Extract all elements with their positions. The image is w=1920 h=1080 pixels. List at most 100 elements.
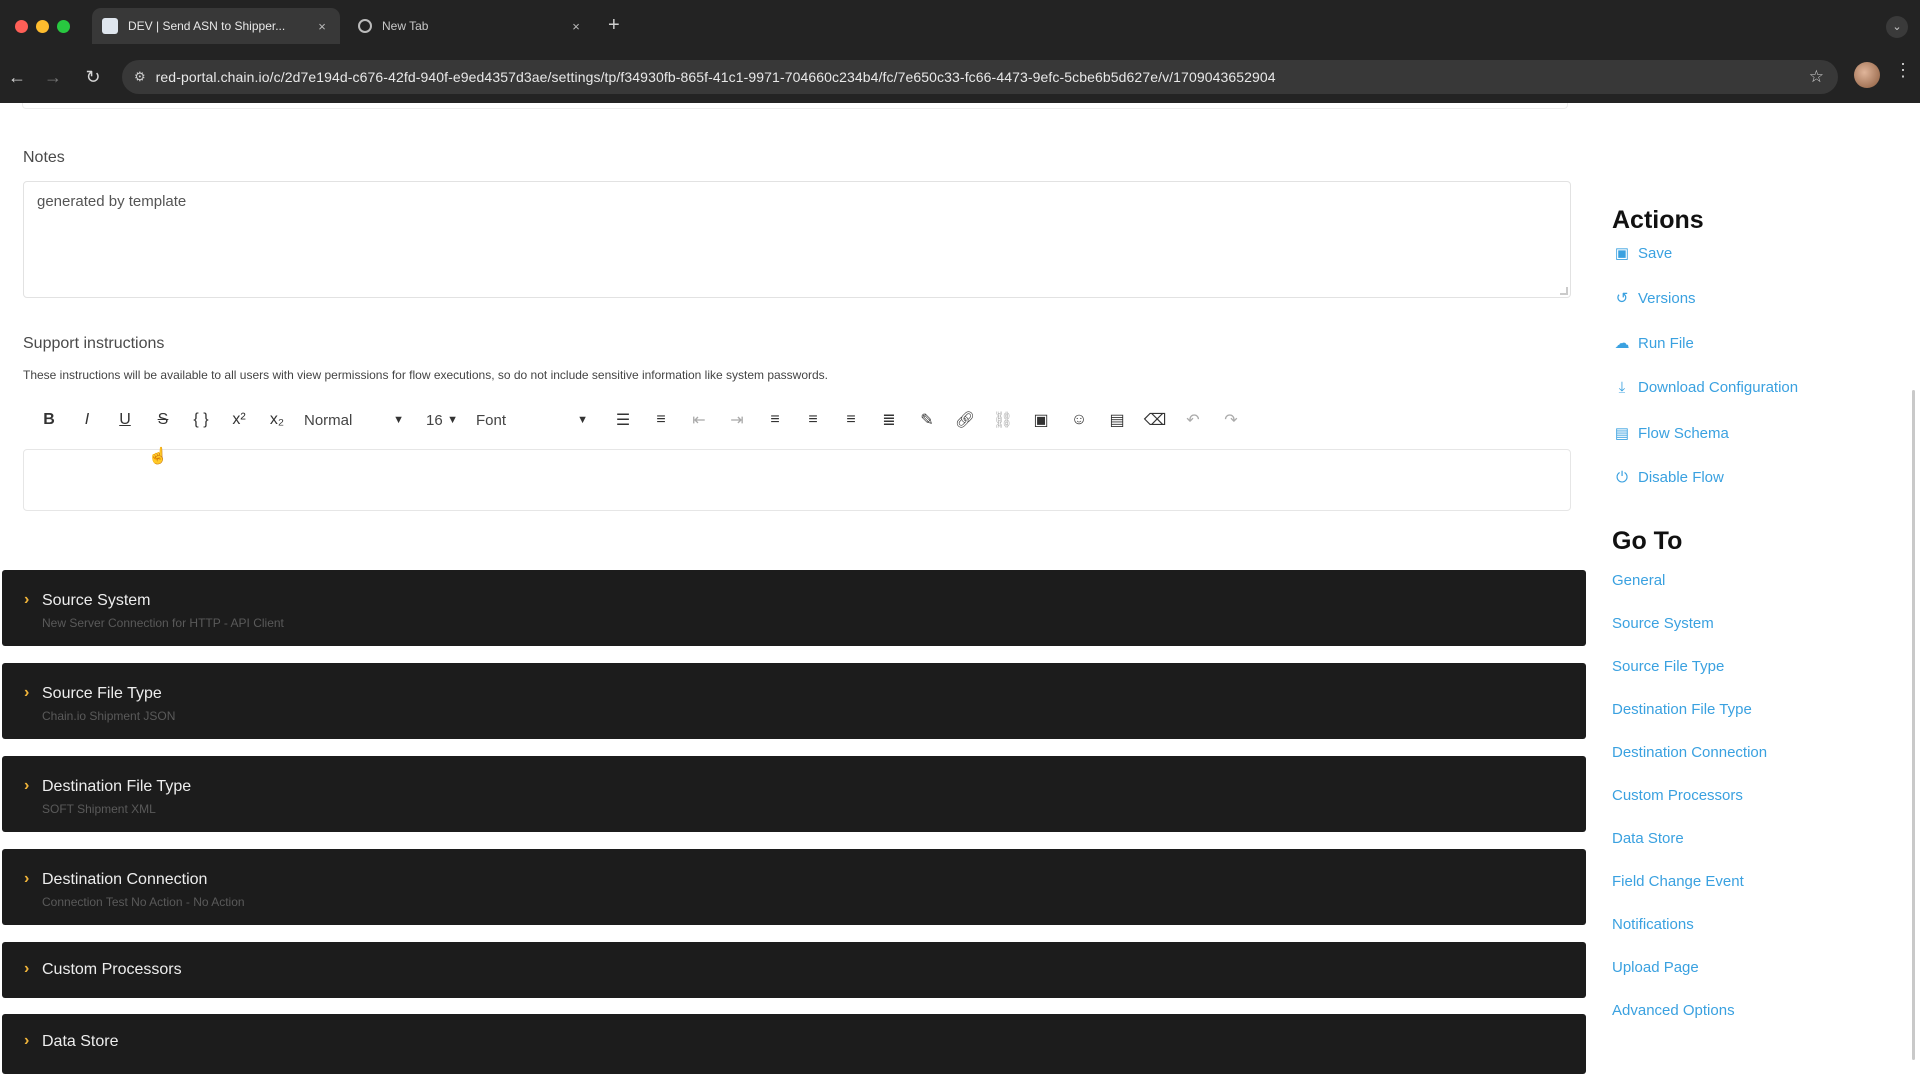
code-button[interactable]: { } <box>182 405 220 435</box>
disable-flow-button[interactable]: ⏻ Disable Flow <box>1612 469 1724 486</box>
chevron-right-icon: › <box>24 591 30 608</box>
bold-button[interactable]: B <box>30 405 68 435</box>
goto-link-upload-page[interactable]: Upload Page <box>1612 959 1699 976</box>
download-configuration-button[interactable]: ⤓ Download Configuration <box>1612 379 1798 396</box>
font-family-select[interactable]: Font ▼ <box>472 405 592 435</box>
section-title: Source File Type <box>42 685 162 702</box>
align-justify-icon[interactable]: ≣ <box>870 405 908 435</box>
cloud-upload-icon: ☁ <box>1614 335 1630 352</box>
superscript-button[interactable]: x² <box>220 405 258 435</box>
paragraph-style-select[interactable]: Normal ▼ <box>300 405 408 435</box>
goto-link-advanced-options[interactable]: Advanced Options <box>1612 1002 1735 1019</box>
goto-link-source-file-type[interactable]: Source File Type <box>1612 658 1724 675</box>
action-label: Run File <box>1638 334 1694 352</box>
tab-strip: DEV | Send ASN to Shipper... × New Tab ×… <box>0 0 1920 52</box>
tab-search-icon[interactable]: ⌄ <box>1886 16 1908 38</box>
italic-button[interactable]: I <box>68 405 106 435</box>
tab-title: New Tab <box>382 19 429 33</box>
notes-value[interactable]: generated by template <box>37 193 186 210</box>
browser-tab-active[interactable]: DEV | Send ASN to Shipper... × <box>92 8 340 44</box>
tab-close-icon[interactable]: × <box>566 19 586 34</box>
maximize-window-button[interactable] <box>57 20 70 33</box>
align-right-icon[interactable]: ≡ <box>832 405 870 435</box>
reload-icon[interactable]: ↻ <box>80 64 106 90</box>
browser-tab-new[interactable]: New Tab × <box>348 8 594 44</box>
section-destination-file-type[interactable]: › Destination File Type SOFT Shipment XM… <box>2 756 1586 832</box>
main-form: Notes generated by template Support inst… <box>0 103 1594 1080</box>
font-size-select[interactable]: 16 ▼ <box>422 405 462 435</box>
chevron-right-icon: › <box>24 1032 30 1049</box>
notes-textarea[interactable]: generated by template <box>23 181 1571 298</box>
image-icon[interactable]: ▤ <box>1098 405 1136 435</box>
section-title: Custom Processors <box>42 961 182 978</box>
section-custom-processors[interactable]: › Custom Processors <box>2 942 1586 998</box>
emoji-icon[interactable]: ☺ <box>1060 405 1098 435</box>
address-bar[interactable]: ⚙ red-portal.chain.io/c/2d7e194d-c676-42… <box>122 60 1838 94</box>
profile-avatar[interactable] <box>1854 62 1880 88</box>
unordered-list-icon[interactable]: ☰ <box>604 405 642 435</box>
text-color-icon[interactable]: ✎ <box>908 405 946 435</box>
undo-icon[interactable]: ↶ <box>1174 405 1212 435</box>
previous-field-edge <box>22 103 1568 109</box>
section-destination-connection[interactable]: › Destination Connection Connection Test… <box>2 849 1586 925</box>
versions-button[interactable]: ↺ Versions <box>1612 289 1696 308</box>
goto-link-field-change-event[interactable]: Field Change Event <box>1612 873 1744 890</box>
unlink-icon[interactable]: ⛓︎ <box>984 405 1022 435</box>
goto-link-notifications[interactable]: Notifications <box>1612 916 1694 933</box>
support-instructions-editor[interactable] <box>23 449 1571 511</box>
goto-link-custom-processors[interactable]: Custom Processors <box>1612 787 1743 804</box>
close-window-button[interactable] <box>15 20 28 33</box>
align-left-icon[interactable]: ≡ <box>756 405 794 435</box>
ordered-list-icon[interactable]: ≡ <box>642 405 680 435</box>
subscript-button[interactable]: x₂ <box>258 405 296 435</box>
resize-handle-icon[interactable] <box>1560 287 1568 295</box>
underline-button[interactable]: U <box>106 405 144 435</box>
eraser-icon[interactable]: ⌫ <box>1136 405 1174 435</box>
tab-close-icon[interactable]: × <box>312 19 332 34</box>
link-icon[interactable]: 🔗︎ <box>946 405 984 435</box>
run-file-button[interactable]: ☁ Run File <box>1612 334 1694 353</box>
outdent-icon[interactable]: ⇤ <box>680 405 718 435</box>
minimize-window-button[interactable] <box>36 20 49 33</box>
browser-chrome: DEV | Send ASN to Shipper... × New Tab ×… <box>0 0 1920 103</box>
goto-link-destination-file-type[interactable]: Destination File Type <box>1612 701 1752 718</box>
section-subtitle: Connection Test No Action - No Action <box>42 895 245 909</box>
align-center-icon[interactable]: ≡ <box>794 405 832 435</box>
site-favicon-icon <box>102 18 118 34</box>
bookmark-star-icon[interactable]: ☆ <box>1809 67 1824 87</box>
download-icon: ⤓ <box>1618 379 1626 396</box>
goto-link-data-store[interactable]: Data Store <box>1612 830 1684 847</box>
chevron-right-icon: › <box>24 684 30 701</box>
embed-icon[interactable]: ▣ <box>1022 405 1060 435</box>
site-settings-icon[interactable]: ⚙ <box>134 69 146 85</box>
caret-down-icon: ▼ <box>447 414 458 426</box>
goto-link-source-system[interactable]: Source System <box>1612 615 1714 632</box>
page-content: Notes generated by template Support inst… <box>0 103 1920 1080</box>
history-icon: ↺ <box>1615 290 1629 307</box>
page-scrollbar[interactable] <box>1912 390 1915 1060</box>
chevron-right-icon: › <box>24 960 30 977</box>
section-source-system[interactable]: › Source System New Server Connection fo… <box>2 570 1586 646</box>
url-text[interactable]: red-portal.chain.io/c/2d7e194d-c676-42fd… <box>156 69 1809 85</box>
goto-link-general[interactable]: General <box>1612 572 1665 589</box>
action-label: Disable Flow <box>1638 469 1724 486</box>
section-source-file-type[interactable]: › Source File Type Chain.io Shipment JSO… <box>2 663 1586 739</box>
file-icon: ▤ <box>1614 425 1630 442</box>
flow-schema-button[interactable]: ▤ Flow Schema <box>1612 424 1729 443</box>
section-data-store[interactable]: › Data Store <box>2 1014 1586 1074</box>
indent-icon[interactable]: ⇥ <box>718 405 756 435</box>
browser-menu-icon[interactable]: ⋮ <box>1894 60 1912 81</box>
goto-link-destination-connection[interactable]: Destination Connection <box>1612 744 1767 761</box>
save-button[interactable]: ▣ Save <box>1612 244 1673 263</box>
action-label: Versions <box>1638 289 1696 307</box>
action-label: Flow Schema <box>1638 424 1729 442</box>
action-label: Save <box>1638 244 1673 262</box>
caret-down-icon: ▼ <box>393 414 404 426</box>
new-tab-button[interactable]: + <box>608 14 620 37</box>
strikethrough-button[interactable]: S <box>144 405 182 435</box>
section-title: Destination Connection <box>42 871 208 888</box>
redo-icon[interactable]: ↷ <box>1212 405 1250 435</box>
back-arrow-icon[interactable]: ← <box>4 64 30 90</box>
section-title: Destination File Type <box>42 778 192 795</box>
forward-arrow-icon[interactable]: → <box>40 64 66 90</box>
